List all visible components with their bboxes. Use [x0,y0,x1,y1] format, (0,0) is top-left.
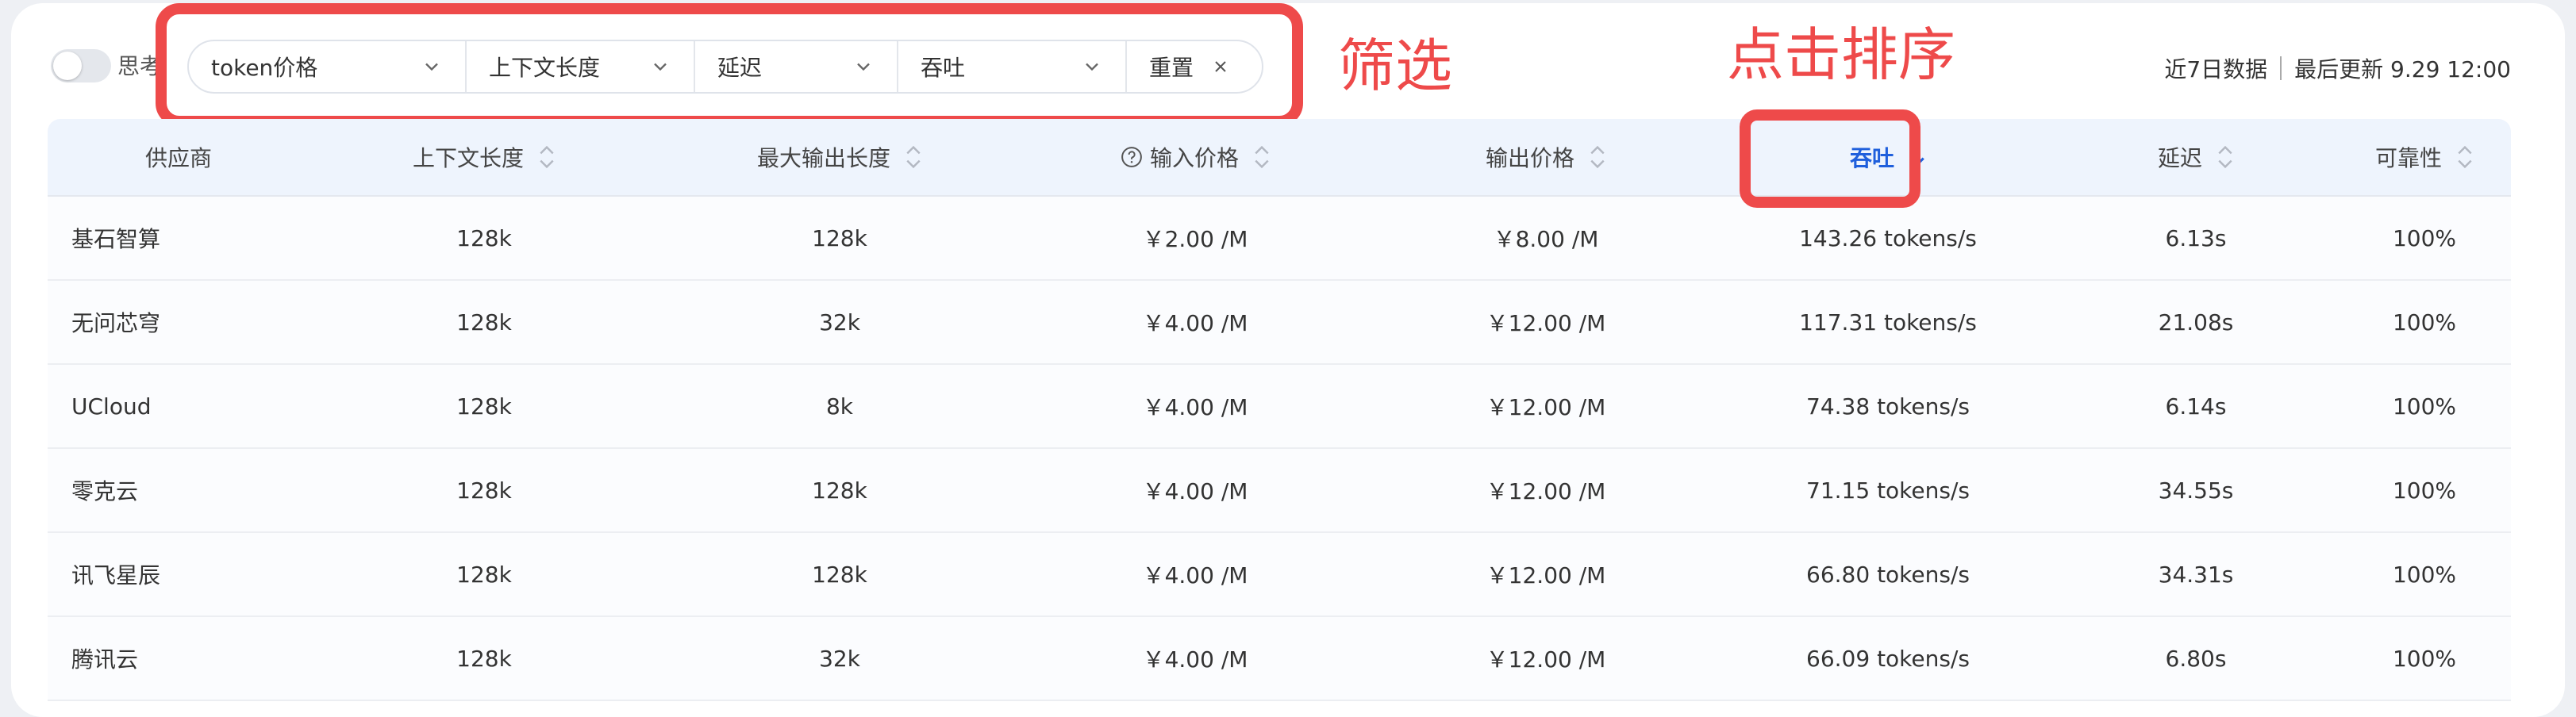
table-cell: ￥12.00 /M [1486,394,1606,420]
sort-icon[interactable] [2456,144,2474,171]
annotation-sort: 点击排序 [1727,21,1956,88]
table-cell: 6.14s [2165,393,2227,420]
help-circle-icon[interactable] [1120,145,1144,169]
table-cell: 128k [812,561,867,588]
table-row[interactable]: 基石智算 128k 128k ￥2.00 /M ￥8.00 /M 143.26 token… [48,197,2511,281]
table-cell: ￥4.00 /M [1142,646,1248,673]
column-header-provider: 供应商 [48,119,310,195]
table-cell: ￥2.00 /M [1142,226,1248,252]
table-cell: 143.26 tokens/s [1799,224,1977,251]
table-cell: ￥4.00 /M [1142,394,1248,420]
table-cell: 讯飞星辰 [71,562,161,589]
table-cell: 66.80 tokens/s [1806,561,1970,588]
table-cell: ￥12.00 /M [1486,562,1606,589]
table-cell: 21.08s [2158,309,2234,335]
table-cell: 128k [812,477,867,504]
table-cell: 腾讯云 [71,646,139,673]
table-cell: 32k [819,309,860,335]
header-label: 最大输出长度 [756,145,890,171]
table-cell: 128k [456,224,512,251]
table-cell: 100% [2392,309,2457,335]
column-header-input-price[interactable]: 输入价格 [1021,119,1370,195]
filter-highlight-box [156,3,1303,127]
meta-range: 近7日数据 [2164,56,2268,82]
table-cell: 100% [2392,224,2457,251]
table-row[interactable]: UCloud 128k 8k ￥4.00 /M ￥12.00 /M 74.38 token… [48,365,2511,449]
meta-divider [2280,56,2282,80]
table-row[interactable]: 腾讯云 128k 32k ￥4.00 /M ￥12.00 /M 66.09 tokens/… [48,617,2511,701]
sort-icon[interactable] [538,144,556,171]
table-cell: ￥8.00 /M [1493,226,1599,252]
data-meta: 近7日数据 最后更新 9.29 12:00 [2164,52,2511,84]
table-row[interactable]: 无问芯穹 128k 32k ￥4.00 /M ￥12.00 /M 117.31 token… [48,281,2511,365]
header-label: 输出价格 [1485,145,1574,171]
column-header-reliability[interactable]: 可靠性 [2338,119,2511,195]
toggle-knob [53,52,82,80]
table-cell: 6.13s [2165,224,2227,251]
table-cell: 128k [456,561,512,588]
table-body: 基石智算 128k 128k ￥2.00 /M ￥8.00 /M 143.26 token… [48,197,2511,701]
column-header-output-price[interactable]: 输出价格 [1370,119,1722,195]
table-cell: ￥4.00 /M [1142,478,1248,504]
header-label: 可靠性 [2374,145,2442,171]
table-cell: 32k [819,645,860,672]
table-row[interactable]: 零克云 128k 128k ￥4.00 /M ￥12.00 /M 71.15 tokens… [48,449,2511,533]
sort-icon[interactable] [1253,144,1271,171]
annotation-filter: 筛选 [1338,33,1453,99]
table-cell: 128k [456,309,512,335]
table-cell: 71.15 tokens/s [1806,477,1970,504]
provider-table: 供应商 上下文长度 最大输出长度 输入价格 输出价格 吞吐 延迟 可靠性 基石智… [48,119,2511,701]
header-label: 上下文长度 [412,145,524,171]
table-cell: ￥12.00 /M [1486,478,1606,504]
table-row[interactable]: 讯飞星辰 128k 128k ￥4.00 /M ￥12.00 /M 66.80 token… [48,533,2511,617]
meta-updated: 最后更新 9.29 12:00 [2294,56,2511,82]
table-cell: 基石智算 [71,226,161,252]
sort-highlight-box [1740,109,1920,208]
table-cell: 117.31 tokens/s [1799,309,1977,335]
sort-icon[interactable] [2217,144,2234,171]
table-cell: 34.31s [2158,561,2234,588]
table-cell: 74.38 tokens/s [1806,393,1970,420]
table-cell: 128k [456,393,512,420]
table-cell: 128k [812,224,867,251]
sort-icon[interactable] [1589,144,1606,171]
table-cell: 8k [825,393,854,420]
header-label: 输入价格 [1149,145,1239,171]
column-header-latency[interactable]: 延迟 [2054,119,2338,195]
table-cell: 66.09 tokens/s [1806,645,1970,672]
sort-icon[interactable] [905,144,922,171]
table-cell: 100% [2392,561,2457,588]
table-cell: 100% [2392,645,2457,672]
header-label: 延迟 [2157,145,2202,171]
table-cell: ￥12.00 /M [1486,646,1606,673]
table-cell: 34.55s [2158,477,2234,504]
table-cell: 无问芯穹 [71,310,161,336]
table-cell: 零克云 [71,478,139,504]
table-cell: ￥12.00 /M [1486,310,1606,336]
column-header-context-length[interactable]: 上下文长度 [310,119,659,195]
table-cell: 128k [456,477,512,504]
think-toggle[interactable] [51,49,111,82]
column-header-max-output[interactable]: 最大输出长度 [659,119,1021,195]
table-cell: 6.80s [2165,645,2227,672]
table-cell: UCloud [71,393,152,420]
table-cell: 100% [2392,477,2457,504]
header-label: 供应商 [144,145,212,171]
table-cell: ￥4.00 /M [1142,310,1248,336]
table-cell: 128k [456,645,512,672]
table-header: 供应商 上下文长度 最大输出长度 输入价格 输出价格 吞吐 延迟 可靠性 [48,119,2511,197]
table-cell: ￥4.00 /M [1142,562,1248,589]
table-cell: 100% [2392,393,2457,420]
